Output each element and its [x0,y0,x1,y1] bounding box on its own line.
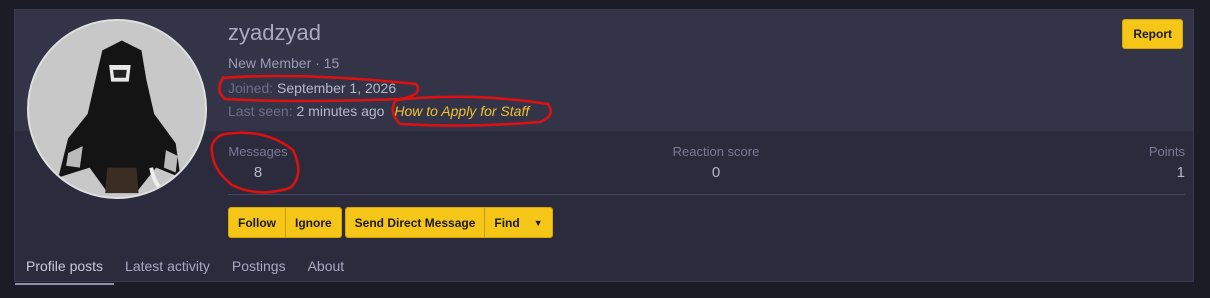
find-label: Find [494,215,520,230]
avatar-image [29,21,205,197]
user-title: New Member · 15 [228,55,340,71]
last-seen-label: Last seen: [228,103,293,119]
stat-reaction-score[interactable]: Reaction score 0 [671,144,761,181]
tab-profile-posts[interactable]: Profile posts [15,248,115,285]
find-button[interactable]: Find ▼ [484,208,552,237]
stat-reaction-value: 0 [711,164,721,181]
last-seen-time: 2 minutes ago [296,103,385,119]
message-find-group: Send Direct Message Find ▼ [344,207,553,238]
stat-messages[interactable]: Messages 8 [228,144,288,181]
joined-date: September 1, 2026 [277,80,397,96]
joined-row: Joined: September 1, 2026 [228,80,396,96]
divider [228,194,1185,195]
ignore-button[interactable]: Ignore [285,208,341,237]
last-seen-activity-link[interactable]: How to Apply for Staff [394,103,529,119]
report-button[interactable]: Report [1122,19,1183,49]
caret-down-icon: ▼ [533,217,543,228]
profile-card: zyadzyad New Member · 15 Joined: Septemb… [14,9,1194,285]
username: zyadzyad [228,20,321,45]
last-seen-row: Last seen: 2 minutes ago How to Apply fo… [228,103,529,119]
tab-about[interactable]: About [297,248,356,285]
profile-stats: Messages 8 Reaction score 0 Points 1 [228,144,1185,194]
tab-latest-activity[interactable]: Latest activity [114,248,221,285]
joined-label: Joined: [228,80,274,96]
profile-tabs: Profile posts Latest activity Postings A… [15,248,355,285]
stat-points[interactable]: Points 1 [1149,144,1185,181]
follow-button[interactable]: Follow [229,208,285,237]
avatar[interactable] [27,19,207,199]
profile-actions: Follow Ignore Send Direct Message Find ▼ [228,207,553,238]
stat-points-value: 1 [1176,164,1185,181]
stat-points-label: Points [1148,144,1185,159]
stat-reaction-label: Reaction score [672,144,760,159]
stat-messages-label: Messages [228,144,288,159]
tab-postings[interactable]: Postings [221,248,297,285]
send-direct-message-button[interactable]: Send Direct Message [345,208,485,237]
stat-messages-value: 8 [253,164,263,181]
follow-ignore-group: Follow Ignore [228,207,342,238]
